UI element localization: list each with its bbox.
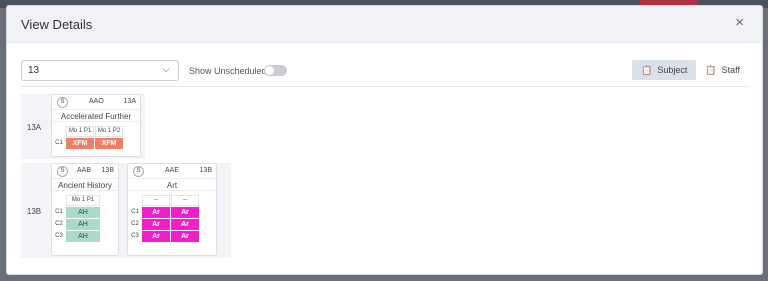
- class-label: C1: [131, 209, 139, 215]
- lesson-cell[interactable]: Ar: [171, 230, 199, 242]
- card-header: S AAB 13B: [52, 164, 118, 178]
- class-row: C1 AH: [52, 206, 118, 218]
- period-header: Mo 1 P1: [66, 194, 100, 206]
- scheduled-badge: S: [57, 166, 68, 177]
- class-row: C3 Ar Ar: [128, 230, 216, 242]
- subject-name: Accelerated Further: [52, 109, 140, 122]
- period-header: --: [142, 194, 170, 206]
- subject-name: Art: [128, 178, 216, 191]
- lesson-cell[interactable]: Ar: [142, 230, 170, 242]
- scheduled-badge: S: [133, 166, 144, 177]
- view-details-modal: View Details × 13 ⌵ Show Unscheduled 📋 S…: [6, 5, 763, 275]
- period-header-row: Mo 1 P1 Mo 1 P2: [52, 125, 140, 137]
- modal-header: View Details ×: [7, 6, 762, 43]
- subject-group: 13A: [123, 98, 136, 105]
- scheduled-badge: S: [57, 97, 68, 108]
- class-label: C2: [55, 221, 63, 227]
- lesson-cell[interactable]: AH: [66, 230, 100, 242]
- period-header-row: Mo 1 P1: [52, 194, 118, 206]
- subject-group: 13B: [199, 167, 212, 174]
- modal-title: View Details: [21, 17, 93, 32]
- period-grid: Mo 1 P1 Mo 1 P2 C1 XFM XFM: [52, 125, 140, 149]
- lesson-cell[interactable]: XFM: [66, 137, 94, 149]
- subject-group: 13B: [101, 167, 114, 174]
- lesson-cell[interactable]: AH: [66, 206, 100, 218]
- subject-card[interactable]: S AAB 13B Ancient History Mo 1 P1 C1 AH …: [51, 163, 119, 256]
- staff-view-label: Staff: [721, 65, 740, 75]
- lesson-cell[interactable]: Ar: [171, 218, 199, 230]
- class-label: C1: [55, 209, 63, 215]
- period-header-row: -- --: [128, 194, 216, 206]
- clipboard-icon: 📋: [705, 64, 717, 75]
- year-select[interactable]: 13 ⌵: [21, 60, 179, 81]
- class-label: C3: [131, 233, 139, 239]
- class-row: C2 AH: [52, 218, 118, 230]
- subject-code: AAB: [77, 167, 92, 174]
- show-unscheduled-toggle[interactable]: [264, 65, 287, 76]
- class-row: C1 XFM XFM: [52, 137, 140, 149]
- view-switch: 📋 Subject 📋 Staff: [632, 60, 749, 80]
- clipboard-icon: 📋: [641, 64, 653, 75]
- subject-code: AAE: [165, 167, 180, 174]
- class-label: C2: [131, 221, 139, 227]
- card-header: S AAO 13A: [52, 95, 140, 109]
- toggle-knob: [265, 66, 274, 75]
- toolbar: 13 ⌵ Show Unscheduled 📋 Subject 📋 Staff: [21, 60, 749, 82]
- subject-view-label: Subject: [657, 65, 688, 75]
- period-header: Mo 1 P2: [95, 125, 123, 137]
- subject-name: Ancient History: [52, 178, 118, 191]
- subject-card[interactable]: S AAE 13B Art -- -- C1 Ar Ar C2 Ar Ar C3: [127, 163, 217, 256]
- class-label: C3: [55, 233, 63, 239]
- class-row: C1 Ar Ar: [128, 206, 216, 218]
- class-label: C1: [55, 140, 63, 146]
- group-label: 13A: [26, 123, 42, 132]
- period-grid: Mo 1 P1 C1 AH C2 AH C3 AH: [52, 194, 118, 242]
- close-icon[interactable]: ×: [735, 15, 744, 31]
- lesson-cell[interactable]: Ar: [171, 206, 199, 218]
- period-header: Mo 1 P1: [66, 125, 94, 137]
- toolbar-divider: [21, 86, 749, 87]
- period-header: --: [171, 194, 199, 206]
- chevron-down-icon: ⌵: [162, 64, 170, 75]
- subject-code: AAO: [89, 98, 104, 105]
- group-label: 13B: [26, 207, 42, 216]
- subject-card[interactable]: S AAO 13A Accelerated Further Mo 1 P1 Mo…: [51, 94, 141, 157]
- show-unscheduled-label: Show Unscheduled: [189, 66, 267, 76]
- period-grid: -- -- C1 Ar Ar C2 Ar Ar C3 Ar Ar: [128, 194, 216, 242]
- lesson-cell[interactable]: AH: [66, 218, 100, 230]
- class-row: C3 AH: [52, 230, 118, 242]
- lesson-cell[interactable]: Ar: [142, 206, 170, 218]
- card-header: S AAE 13B: [128, 164, 216, 178]
- subject-view-button[interactable]: 📋 Subject: [632, 60, 697, 80]
- year-select-value: 13: [28, 65, 40, 76]
- lesson-cell[interactable]: XFM: [95, 137, 123, 149]
- staff-view-button[interactable]: 📋 Staff: [696, 60, 749, 80]
- lesson-cell[interactable]: Ar: [142, 218, 170, 230]
- class-row: C2 Ar Ar: [128, 218, 216, 230]
